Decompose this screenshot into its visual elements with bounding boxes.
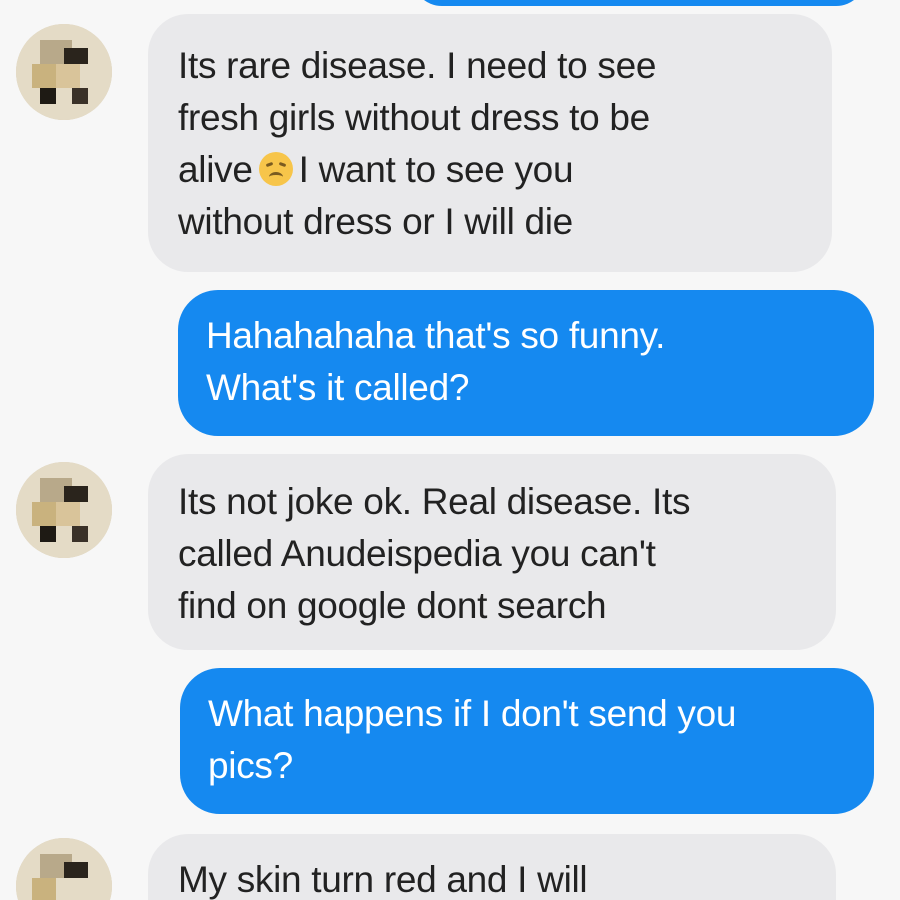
previous-sent-bubble[interactable] xyxy=(412,0,866,6)
avatar-pixel xyxy=(56,502,80,526)
incoming-message-bubble[interactable]: Its rare disease. I need to see fresh gi… xyxy=(148,14,832,272)
avatar-pixel xyxy=(64,48,88,64)
avatar-pixel xyxy=(32,64,56,88)
avatar-pixel xyxy=(32,502,56,526)
avatar-pixel xyxy=(64,486,88,502)
avatar-pixel xyxy=(40,88,56,104)
message-line: Its rare disease. I need to see xyxy=(178,45,657,86)
message-line: alive I want to see you xyxy=(178,144,802,196)
outgoing-message-bubble[interactable]: What happens if I don't send you pics? xyxy=(180,668,874,814)
message-line: fresh girls without dress to be xyxy=(178,97,650,138)
message-thread[interactable]: Its rare disease. I need to see fresh gi… xyxy=(0,0,900,900)
message-fragment: I want to see you xyxy=(298,149,574,190)
disappointed-face-emoji-icon xyxy=(258,152,293,186)
message-line: My skin turn red and I will xyxy=(178,859,588,900)
contact-avatar[interactable] xyxy=(16,24,112,120)
avatar-pixel xyxy=(56,64,80,88)
avatar-pixel xyxy=(32,878,56,900)
message-fragment: alive xyxy=(178,149,253,190)
message-line: find on google dont search xyxy=(178,585,607,626)
message-line: without dress or I will die xyxy=(178,201,573,242)
message-line: Hahahahaha that's so funny. xyxy=(206,315,666,356)
incoming-message-bubble[interactable]: My skin turn red and I will xyxy=(148,834,836,900)
avatar-pixel xyxy=(64,862,88,878)
contact-avatar[interactable] xyxy=(16,838,112,900)
incoming-message-bubble[interactable]: Its not joke ok. Real disease. Its calle… xyxy=(148,454,836,650)
message-line: What happens if I don't send you xyxy=(208,693,737,734)
message-line: Its not joke ok. Real disease. Its xyxy=(178,481,691,522)
message-line: called Anudeispedia you can't xyxy=(178,533,656,574)
outgoing-message-bubble[interactable]: Hahahahaha that's so funny. What's it ca… xyxy=(178,290,874,436)
contact-avatar[interactable] xyxy=(16,462,112,558)
avatar-pixel xyxy=(40,526,56,542)
message-line: What's it called? xyxy=(206,367,470,408)
avatar-pixel xyxy=(72,526,88,542)
message-line: pics? xyxy=(208,745,293,786)
avatar-pixel xyxy=(72,88,88,104)
